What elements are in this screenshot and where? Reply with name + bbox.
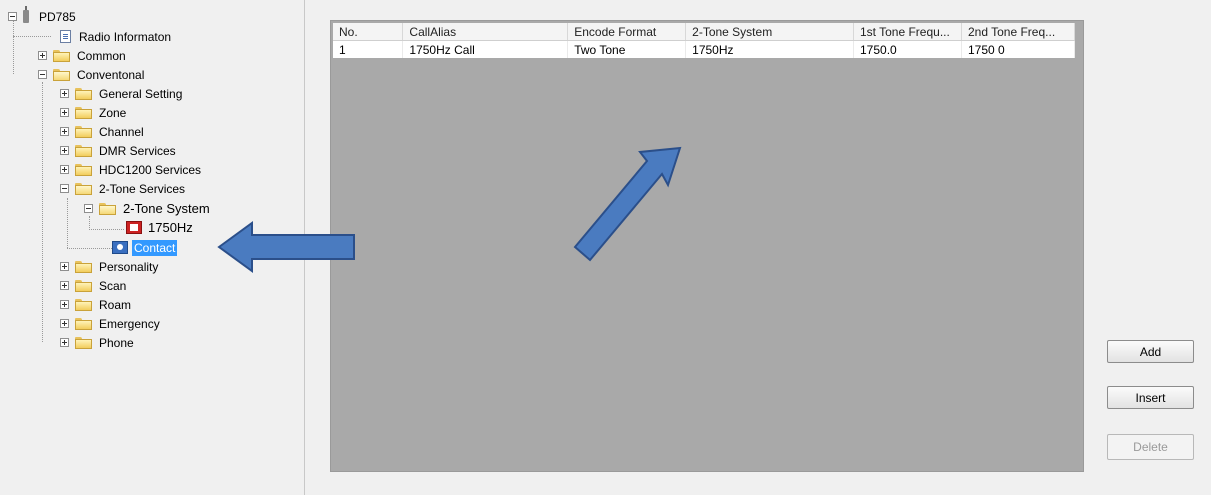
tone-item-icon xyxy=(126,221,142,234)
expand-icon[interactable] xyxy=(60,127,69,136)
tree-label: Roam xyxy=(99,297,132,312)
folder-icon xyxy=(75,106,92,119)
folder-open-icon xyxy=(75,182,92,195)
tree-connector xyxy=(42,82,43,342)
tree-item-1750hz[interactable]: 1750Hz xyxy=(126,218,195,237)
column-header-1st-tone-frequency[interactable]: 1st Tone Frequ... xyxy=(853,23,962,41)
tree-label: Channel xyxy=(99,124,144,139)
folder-icon xyxy=(75,317,92,330)
tree-connector xyxy=(89,216,90,230)
document-icon xyxy=(60,30,71,43)
contact-table: No. CallAlias Encode Format 2-Tone Syste… xyxy=(333,23,1076,58)
tree-label: Scan xyxy=(99,278,127,293)
tree-connector xyxy=(89,229,124,230)
tree-item-common[interactable]: Common xyxy=(38,46,128,65)
column-header-2-tone-system[interactable]: 2-Tone System xyxy=(685,23,854,41)
tree-label: PD785 xyxy=(39,9,76,24)
expand-icon[interactable] xyxy=(60,89,69,98)
contact-icon xyxy=(112,241,128,254)
tree-item-contact[interactable]: Contact xyxy=(112,238,178,257)
tree-connector xyxy=(13,36,51,37)
table-cell[interactable]: 1750.0 xyxy=(853,40,962,58)
folder-icon xyxy=(75,260,92,273)
expand-icon[interactable] xyxy=(60,146,69,155)
folder-icon xyxy=(75,87,92,100)
column-header-no[interactable]: No. xyxy=(333,23,404,41)
tree-panel: PD785 Radio Informaton Common Conventona… xyxy=(0,0,305,495)
table-cell[interactable]: 1750 0 xyxy=(961,40,1076,58)
tree-label: HDC1200 Services xyxy=(99,162,202,177)
folder-icon xyxy=(75,336,92,349)
expand-icon[interactable] xyxy=(38,51,47,60)
tree-label: Emergency xyxy=(99,316,160,331)
expand-icon[interactable] xyxy=(60,281,69,290)
table-header-row: No. CallAlias Encode Format 2-Tone Syste… xyxy=(333,23,1076,41)
tree-label: Zone xyxy=(99,105,127,120)
tree-label: 2-Tone Services xyxy=(99,181,186,196)
tree-item-emergency[interactable]: Emergency xyxy=(60,314,162,333)
tree-item-root[interactable]: PD785 xyxy=(8,6,78,26)
tree-label: 1750Hz xyxy=(148,220,193,235)
tree-label: Common xyxy=(77,48,126,63)
table-cell[interactable]: 1 xyxy=(333,40,404,58)
folder-icon xyxy=(75,144,92,157)
expand-icon[interactable] xyxy=(60,338,69,347)
tree-connector xyxy=(67,198,68,248)
collapse-icon[interactable] xyxy=(38,70,47,79)
delete-button[interactable]: Delete xyxy=(1107,434,1194,460)
column-header-encode-format[interactable]: Encode Format xyxy=(567,23,687,41)
expand-icon[interactable] xyxy=(60,262,69,271)
tree-view: PD785 Radio Informaton Common Conventona… xyxy=(0,0,304,495)
tree-item-personality[interactable]: Personality xyxy=(60,257,160,276)
folder-icon xyxy=(53,49,70,62)
tree-item-conventional[interactable]: Conventonal xyxy=(38,65,146,84)
tree-label: Contact xyxy=(132,239,178,256)
tree-label: Phone xyxy=(99,335,134,350)
table-row[interactable]: 1 1750Hz Call Two Tone 1750Hz 1750.0 175… xyxy=(333,40,1076,58)
tree-item-phone[interactable]: Phone xyxy=(60,333,136,352)
expand-icon[interactable] xyxy=(60,300,69,309)
tree-item-channel[interactable]: Channel xyxy=(60,122,146,141)
folder-icon xyxy=(75,298,92,311)
tree-item-scan[interactable]: Scan xyxy=(60,276,128,295)
contact-grid[interactable]: No. CallAlias Encode Format 2-Tone Syste… xyxy=(330,20,1084,472)
folder-icon xyxy=(75,125,92,138)
tree-label: 2-Tone System xyxy=(123,201,210,216)
collapse-icon[interactable] xyxy=(60,184,69,193)
collapse-icon[interactable] xyxy=(8,12,17,21)
tree-label: Personality xyxy=(99,259,159,274)
tree-label: Radio Informaton xyxy=(79,29,172,44)
folder-open-icon xyxy=(53,68,70,81)
tree-item-2-tone-services[interactable]: 2-Tone Services xyxy=(60,179,187,198)
radio-device-icon xyxy=(23,6,29,23)
tree-item-roam[interactable]: Roam xyxy=(60,295,133,314)
add-button[interactable]: Add xyxy=(1107,340,1194,363)
tree-item-hdc1200-services[interactable]: HDC1200 Services xyxy=(60,160,203,179)
tree-connector xyxy=(67,248,112,249)
expand-icon[interactable] xyxy=(60,165,69,174)
table-cell[interactable]: 1750Hz xyxy=(685,40,854,58)
collapse-icon[interactable] xyxy=(84,204,93,213)
tree-item-radio-information[interactable]: Radio Informaton xyxy=(60,27,173,46)
tree-label: General Setting xyxy=(99,86,183,101)
folder-icon xyxy=(75,163,92,176)
tree-label: DMR Services xyxy=(99,143,176,158)
tree-item-general-setting[interactable]: General Setting xyxy=(60,84,184,103)
expand-icon[interactable] xyxy=(60,319,69,328)
table-cell[interactable]: Two Tone xyxy=(567,40,687,58)
column-header-call-alias[interactable]: CallAlias xyxy=(402,23,569,41)
tree-item-2-tone-system[interactable]: 2-Tone System xyxy=(84,199,212,218)
folder-icon xyxy=(75,279,92,292)
insert-button[interactable]: Insert xyxy=(1107,386,1194,409)
tree-item-dmr-services[interactable]: DMR Services xyxy=(60,141,178,160)
tree-label: Conventonal xyxy=(77,67,145,82)
folder-open-icon xyxy=(99,202,116,215)
column-header-2nd-tone-frequency[interactable]: 2nd Tone Freq... xyxy=(961,23,1076,41)
tree-item-zone[interactable]: Zone xyxy=(60,103,128,122)
expand-icon[interactable] xyxy=(60,108,69,117)
table-cell[interactable]: 1750Hz Call xyxy=(402,40,569,58)
